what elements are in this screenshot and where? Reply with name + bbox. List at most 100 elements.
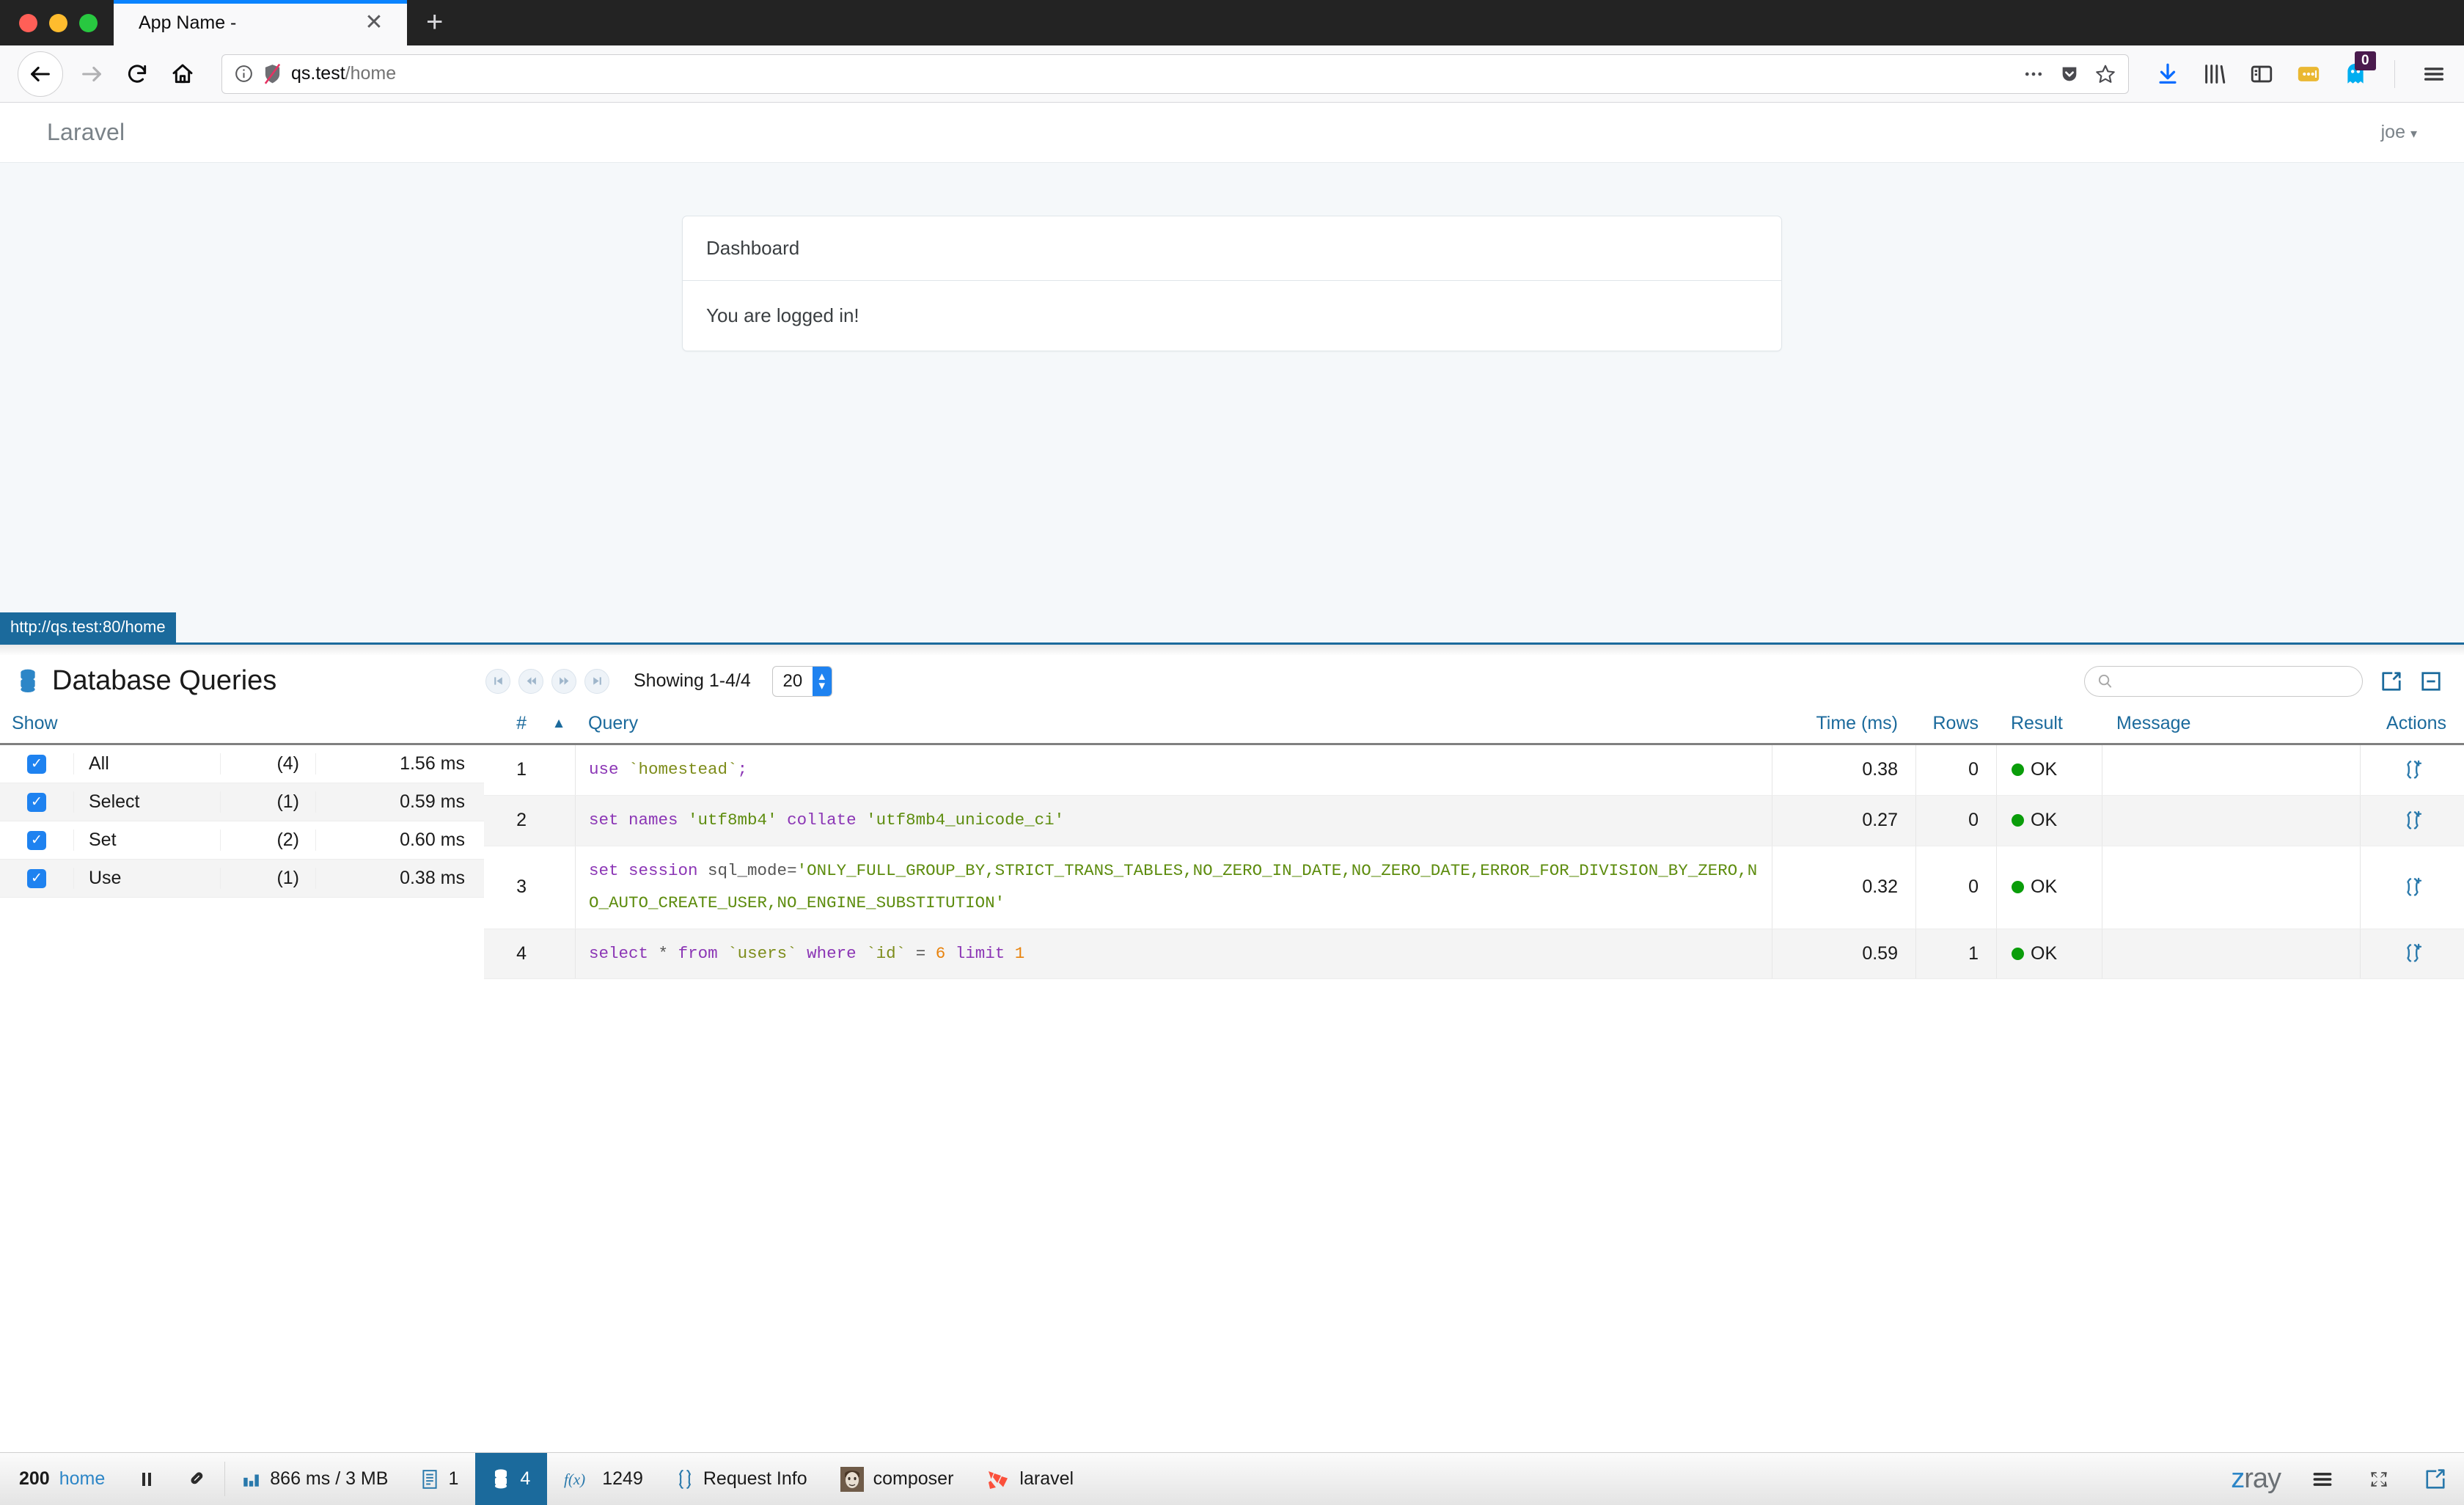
filter-row[interactable]: ✓ Set (2) 0.60 ms bbox=[0, 821, 484, 860]
first-page-icon[interactable] bbox=[485, 668, 510, 694]
copy-query-icon[interactable] bbox=[2360, 795, 2464, 846]
filter-checkbox-cell: ✓ bbox=[0, 830, 73, 850]
browser-tab[interactable]: App Name - ✕ bbox=[114, 0, 407, 45]
brand-link[interactable]: Laravel bbox=[47, 119, 125, 146]
copy-query-icon[interactable] bbox=[2360, 929, 2464, 979]
popout-icon[interactable] bbox=[2407, 1453, 2464, 1505]
cell-query: set names 'utf8mb4' collate 'utf8mb4_uni… bbox=[575, 795, 1772, 846]
collapse-panel-icon[interactable] bbox=[2420, 670, 2442, 692]
table-row[interactable]: 4 select * from `users` where `id` = 6 l… bbox=[484, 929, 2464, 980]
close-window-button[interactable] bbox=[19, 13, 37, 32]
open-in-new-window-icon[interactable] bbox=[2380, 670, 2402, 692]
table-row[interactable]: 1 use `homestead`; 0.38 0 OK bbox=[484, 745, 2464, 796]
user-menu[interactable]: joe ▾ bbox=[2381, 122, 2417, 143]
back-icon[interactable] bbox=[18, 51, 63, 97]
laravel-tab[interactable]: laravel bbox=[970, 1453, 1090, 1505]
laravel-label: laravel bbox=[1019, 1468, 1074, 1489]
search-input[interactable] bbox=[2121, 671, 2350, 691]
per-page-stepper[interactable]: 20 ▴ ▾ bbox=[771, 665, 832, 697]
reload-icon[interactable] bbox=[114, 51, 160, 97]
browser-navbar: qs.test/home 0 bbox=[0, 45, 2464, 103]
table-row[interactable]: 3 set session sql_mode='ONLY_FULL_GROUP_… bbox=[484, 846, 2464, 929]
checkbox-icon[interactable]: ✓ bbox=[27, 754, 46, 774]
link-status-tooltip: http://qs.test:80/home bbox=[0, 612, 176, 642]
copy-query-icon[interactable] bbox=[2360, 846, 2464, 929]
menu-icon[interactable] bbox=[2421, 62, 2446, 87]
search-box[interactable] bbox=[2084, 665, 2363, 697]
column-header-actions[interactable]: Actions bbox=[2360, 713, 2464, 734]
pause-icon[interactable] bbox=[122, 1453, 172, 1505]
composer-tab[interactable]: composer bbox=[824, 1453, 971, 1505]
checkbox-icon[interactable]: ✓ bbox=[27, 792, 46, 812]
request-info-tab[interactable]: Request Info bbox=[660, 1453, 824, 1505]
collapse-icon[interactable] bbox=[2351, 1453, 2407, 1505]
cell-result: OK bbox=[1996, 795, 2102, 846]
status-dot-icon bbox=[2012, 881, 2024, 894]
sort-asc-icon[interactable]: ▲ bbox=[543, 716, 575, 732]
sidebar-icon[interactable] bbox=[2249, 62, 2274, 87]
column-header-time[interactable]: Time (ms) bbox=[1772, 713, 1915, 734]
functions-item[interactable]: f(x) 1249 bbox=[547, 1453, 660, 1505]
copy-query-icon[interactable] bbox=[2360, 745, 2464, 795]
close-icon[interactable]: ✕ bbox=[362, 12, 386, 34]
filter-checkbox-cell: ✓ bbox=[0, 792, 73, 812]
column-header-rows[interactable]: Rows bbox=[1915, 713, 1996, 734]
cell-result: OK bbox=[1996, 745, 2102, 795]
log-item[interactable]: 1 bbox=[405, 1453, 475, 1505]
ghostery-icon[interactable]: 0 bbox=[2343, 51, 2376, 87]
function-icon: f(x) bbox=[563, 1469, 593, 1490]
filter-count: (2) bbox=[220, 830, 315, 851]
capsule-icon[interactable] bbox=[172, 1453, 224, 1505]
filter-row[interactable]: ✓ All (4) 1.56 ms bbox=[0, 745, 484, 783]
http-status-code: 200 bbox=[19, 1468, 50, 1489]
info-icon[interactable] bbox=[234, 64, 254, 84]
home-icon[interactable] bbox=[160, 51, 205, 97]
downloads-icon[interactable] bbox=[2155, 62, 2180, 87]
bookmark-star-icon[interactable] bbox=[2094, 63, 2116, 85]
page-actions-icon[interactable] bbox=[2023, 63, 2045, 85]
maximize-window-button[interactable] bbox=[79, 13, 98, 32]
url-bar[interactable]: qs.test/home bbox=[221, 54, 2129, 94]
zray-panel-resize-handle[interactable] bbox=[0, 645, 2464, 655]
zray-panel-header: Database Queries Showing 1-4/4 20 ▴ ▾ bbox=[0, 655, 2464, 704]
zray-header-actions bbox=[2084, 665, 2442, 697]
performance-item[interactable]: 866 ms / 3 MB bbox=[225, 1453, 405, 1505]
column-header-query[interactable]: Query bbox=[575, 706, 1772, 741]
cell-rows: 0 bbox=[1915, 745, 1996, 795]
new-tab-button[interactable]: + bbox=[407, 7, 462, 37]
database-queries-tab[interactable]: 4 bbox=[475, 1453, 548, 1505]
ghostery-badge: 0 bbox=[2355, 51, 2376, 70]
column-header-index[interactable]: # bbox=[484, 713, 543, 734]
status-dot-icon bbox=[2012, 947, 2024, 960]
minimize-window-button[interactable] bbox=[49, 13, 67, 32]
filter-column-header[interactable]: Show bbox=[0, 704, 484, 745]
cell-message bbox=[2102, 846, 2360, 929]
table-row[interactable]: 2 set names 'utf8mb4' collate 'utf8mb4_u… bbox=[484, 795, 2464, 846]
page-viewport: Laravel joe ▾ Dashboard You are logged i… bbox=[0, 103, 2464, 642]
log-count: 1 bbox=[448, 1468, 459, 1489]
next-page-icon[interactable] bbox=[551, 668, 576, 694]
pocket-save-icon[interactable] bbox=[2059, 64, 2080, 84]
column-header-result[interactable]: Result bbox=[1996, 713, 2102, 734]
per-page-arrows-icon[interactable]: ▴ ▾ bbox=[812, 666, 832, 696]
functions-count: 1249 bbox=[602, 1468, 643, 1489]
browser-chrome: App Name - ✕ + qs.test/home 0 bbox=[0, 0, 2464, 103]
pocket-icon[interactable] bbox=[2296, 62, 2321, 87]
filter-row[interactable]: ✓ Select (1) 0.59 ms bbox=[0, 783, 484, 821]
last-page-icon[interactable] bbox=[584, 668, 609, 694]
checkbox-icon[interactable]: ✓ bbox=[27, 868, 46, 888]
status-badge: OK bbox=[2031, 810, 2058, 831]
filter-row[interactable]: ✓ Use (1) 0.38 ms bbox=[0, 860, 484, 898]
checkbox-icon[interactable]: ✓ bbox=[27, 830, 46, 850]
forward-icon[interactable] bbox=[69, 51, 114, 97]
status-code-item[interactable]: 200 home bbox=[0, 1453, 122, 1505]
zray-panel-title-group: Database Queries bbox=[16, 665, 485, 697]
tab-title: App Name - bbox=[139, 12, 237, 33]
cell-index: 3 bbox=[516, 876, 527, 898]
per-page-value: 20 bbox=[782, 670, 803, 691]
hamburger-icon[interactable] bbox=[2294, 1453, 2351, 1505]
prev-page-icon[interactable] bbox=[518, 668, 543, 694]
tracking-protection-icon[interactable] bbox=[263, 63, 282, 85]
library-icon[interactable] bbox=[2202, 62, 2227, 87]
column-header-message[interactable]: Message bbox=[2102, 713, 2360, 734]
